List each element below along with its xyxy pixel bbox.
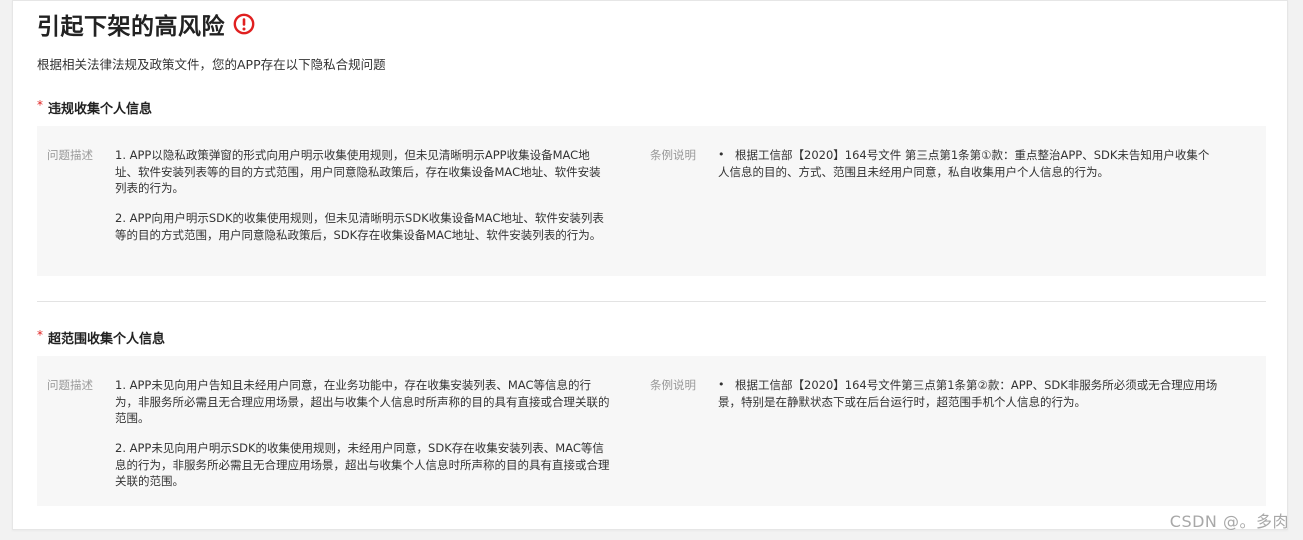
section-title-text: 违规收集个人信息 [48,102,153,117]
required-star: * [37,328,43,342]
section-divider [37,301,1266,302]
exclamation-circle-icon [233,13,255,35]
clause-text: 根据工信部【2020】164号文件 第三点第1条第①款：重点整治APP、SDK未… [718,148,1210,179]
problem-text: 1. APP未见向用户告知且未经用户同意，在业务功能中，存在收集安装列表、MAC… [115,378,610,425]
section-title-excessive-collection: * 超范围收集个人信息 [37,328,165,347]
problem-text: 2. APP未见向用户明示SDK的收集使用规则，未经用户同意，SDK存在收集安装… [115,441,610,488]
title-row: 引起下架的高风险 [37,9,255,40]
page-title: 引起下架的高风险 [37,14,225,40]
section-panel: 问题描述 1. APP未见向用户告知且未经用户同意，在业务功能中，存在收集安装列… [37,356,1266,506]
section-title-text: 超范围收集个人信息 [48,332,166,347]
clause-label: 条例说明 [650,148,696,162]
problem-label: 问题描述 [47,378,93,392]
page-subtitle: 根据相关法律法规及政策文件，您的APP存在以下隐私合规问题 [37,57,386,72]
section-title-illegal-collection: * 违规收集个人信息 [37,98,152,117]
watermark: CSDN @。多肉 [1169,512,1289,531]
problem-text: 1. APP以隐私政策弹窗的形式向用户明示收集使用规则，但未见清晰明示APP收集… [115,148,601,195]
report-card: 引起下架的高风险 根据相关法律法规及政策文件，您的APP存在以下隐私合规问题 *… [12,0,1288,530]
problem-text: 2. APP向用户明示SDK的收集使用规则，但未见清晰明示SDK收集设备MAC地… [115,211,604,242]
problem-label: 问题描述 [47,148,93,162]
clause-label: 条例说明 [650,378,696,392]
required-star: * [37,98,43,112]
section-panel: 问题描述 1. APP以隐私政策弹窗的形式向用户明示收集使用规则，但未见清晰明示… [37,126,1266,276]
clause-text: 根据工信部【2020】164号文件第三点第1条第②款：APP、SDK非服务所必须… [718,378,1218,409]
